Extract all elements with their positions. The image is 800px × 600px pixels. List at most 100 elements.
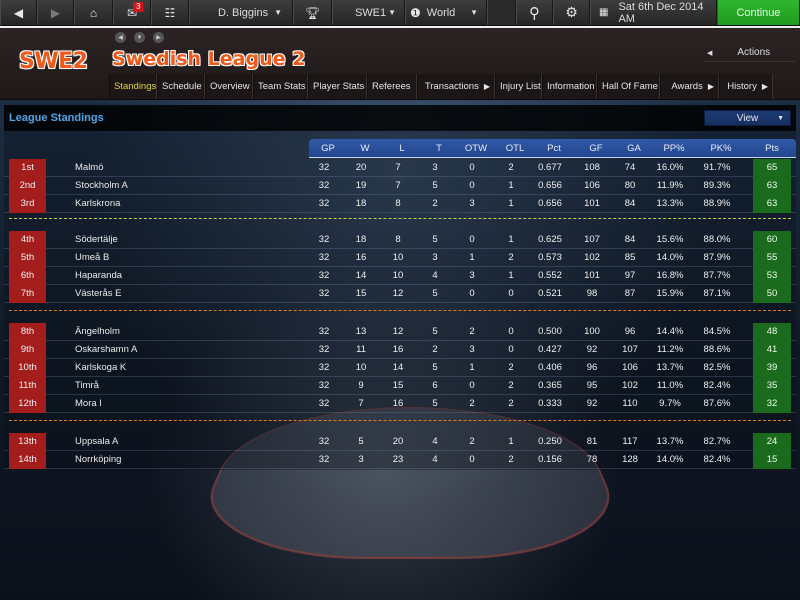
cell-pp: 9.7% [659, 398, 681, 409]
cell-otw: 2 [469, 436, 475, 447]
team-name-link[interactable]: Oskarshamn A [75, 341, 137, 359]
world-label: World [426, 6, 456, 19]
tab-schedule[interactable]: Schedule [157, 74, 205, 99]
column-header-pp[interactable]: PP% [652, 139, 696, 158]
submenu-arrow-icon: ▶ [761, 82, 768, 91]
cell-gf: 106 [584, 180, 600, 191]
cell-t: 5 [432, 362, 438, 373]
table-row[interactable]: 14th Norrköping 32 3 23 4 0 2 0.156 78 128 14.0% 82.… [4, 451, 796, 469]
team-name-link[interactable]: Karlskrona [75, 195, 120, 213]
cell-w: 20 [355, 162, 367, 173]
cell-gf: 81 [586, 436, 598, 447]
calendar-button[interactable]: ▦ Sat 6th Dec 2014 AM [590, 0, 717, 25]
tab-standings[interactable]: Standings [109, 74, 157, 99]
cell-t: 3 [432, 252, 438, 263]
tab-hall-of-fame[interactable]: Hall Of Fame [597, 74, 660, 99]
team-name-link[interactable]: Stockholm A [75, 177, 128, 195]
table-row[interactable]: 2nd Stockholm A 32 19 7 5 0 1 0.656 106 80 11.9% 89.… [4, 177, 796, 195]
tab-player-stats[interactable]: Player Stats [308, 74, 367, 99]
world-dropdown[interactable]: ❶ World ▼ [405, 0, 487, 25]
league-dropdown[interactable]: SWE1 ▼ [332, 0, 405, 25]
cell-pp: 14.4% [656, 326, 684, 337]
search-button[interactable]: ⚲ [516, 0, 553, 25]
club-button[interactable]: ☷ [151, 0, 189, 25]
home-button[interactable]: ⌂ [74, 0, 113, 25]
team-name-link[interactable]: Norrköping [75, 451, 121, 469]
column-header-pct[interactable]: Pct [532, 139, 576, 158]
table-row[interactable]: 5th Umeå B 32 16 10 3 1 2 0.573 102 85 14.0% 87.9% 55 [4, 249, 796, 267]
table-row[interactable]: 3rd Karlskrona 32 18 8 2 3 1 0.656 101 84 13.3% 88.9… [4, 195, 796, 213]
table-row[interactable]: 1st Malmö 32 20 7 3 0 2 0.677 108 74 16.0% 91.7% 65 [4, 159, 796, 177]
continue-button[interactable]: Continue [717, 0, 800, 25]
cell-t: 4 [432, 270, 438, 281]
team-name-link[interactable]: Malmö [75, 159, 104, 177]
table-row[interactable]: 9th Oskarshamn A 32 11 16 2 3 0 0.427 92 107 11.2% 8… [4, 341, 796, 359]
inbox-button[interactable]: ✉ 3 [113, 0, 151, 25]
tab-information[interactable]: Information [542, 74, 597, 99]
cell-otw: 2 [469, 398, 475, 409]
back-button[interactable]: ◀ [0, 0, 37, 25]
team-name-link[interactable]: Timrå [75, 377, 99, 395]
column-header-pts[interactable]: Pts [753, 139, 791, 158]
forward-button[interactable]: ▶ [37, 0, 74, 25]
panel-header: League Standings View ▼ [4, 105, 796, 131]
tab-transactions[interactable]: Transactions ▶ [417, 74, 495, 99]
team-name-link[interactable]: Södertälje [75, 231, 118, 249]
table-row[interactable]: 7th Västerås E 32 15 12 5 0 0 0.521 98 87 15.9% 87.1… [4, 285, 796, 303]
table-row[interactable]: 12th Mora I 32 7 16 5 2 2 0.333 92 110 9.7% 87.6% 32 [4, 395, 796, 413]
column-header-w[interactable]: W [351, 139, 379, 158]
column-header-gp[interactable]: GP [314, 139, 342, 158]
column-header-l[interactable]: L [388, 139, 416, 158]
table-row[interactable]: 6th Haparanda 32 14 10 4 3 1 0.552 101 97 16.8% 87.7… [4, 267, 796, 285]
forward-arrow-icon: ▶ [50, 5, 61, 20]
previous-page-button[interactable]: ◀ [115, 32, 126, 43]
tab-label: Awards [671, 81, 703, 92]
table-row[interactable]: 10th Karlskoga K 32 10 14 5 1 2 0.406 96 106 13.7% 8… [4, 359, 796, 377]
actions-menu[interactable]: ◀ Actions [705, 44, 795, 62]
column-header-ga[interactable]: GA [620, 139, 648, 158]
tab-overview[interactable]: Overview [205, 74, 253, 99]
team-name-link[interactable]: Ängelholm [75, 323, 120, 341]
cell-ga: 128 [622, 454, 638, 465]
cell-pk: 87.9% [703, 252, 731, 263]
cell-l: 20 [392, 436, 404, 447]
tab-referees[interactable]: Referees [367, 74, 417, 99]
cell-otl: 2 [508, 380, 514, 391]
cell-l: 7 [395, 162, 401, 173]
cell-otl: 0 [508, 288, 514, 299]
team-name-link[interactable]: Haparanda [75, 267, 122, 285]
tab-awards[interactable]: Awards ▶ [660, 74, 719, 99]
competitions-button[interactable]: 🏆︎ [293, 0, 332, 25]
cell-otw: 3 [469, 344, 475, 355]
cell-otl: 1 [508, 234, 514, 245]
page-menu-button[interactable]: ▼ [134, 32, 145, 43]
column-header-t[interactable]: T [425, 139, 453, 158]
next-page-button[interactable]: ▶ [153, 32, 164, 43]
team-name-link[interactable]: Umeå B [75, 249, 109, 267]
chevron-left-icon: ◀ [707, 49, 713, 57]
cell-l: 23 [392, 454, 404, 465]
cell-otl: 0 [508, 326, 514, 337]
cell-otl: 2 [508, 398, 514, 409]
table-row[interactable]: 4th Södertälje 32 18 8 5 0 1 0.625 107 84 15.6% 88.0… [4, 231, 796, 249]
view-dropdown[interactable]: View ▼ [704, 110, 791, 126]
cell-gf: 92 [586, 398, 598, 409]
team-name-link[interactable]: Västerås E [75, 285, 121, 303]
column-header-pk[interactable]: PK% [698, 139, 744, 158]
table-row[interactable]: 13th Uppsala A 32 5 20 4 2 1 0.250 81 117 13.7% 82.7… [4, 433, 796, 451]
column-header-gf[interactable]: GF [582, 139, 610, 158]
tab-history[interactable]: History ▶ [719, 74, 773, 99]
team-name-link[interactable]: Mora I [75, 395, 102, 413]
team-name-link[interactable]: Uppsala A [75, 433, 118, 451]
cell-pts: 63 [753, 177, 791, 195]
tab-team-stats[interactable]: Team Stats [253, 74, 308, 99]
settings-button[interactable]: ⚙ [553, 0, 590, 25]
table-row[interactable]: 11th Timrå 32 9 15 6 0 2 0.365 95 102 11.0% 82.4% 35 [4, 377, 796, 395]
column-header-otw[interactable]: OTW [459, 139, 493, 158]
tab-injury-list[interactable]: Injury List [495, 74, 542, 99]
table-row[interactable]: 8th Ängelholm 32 13 12 5 2 0 0.500 100 96 14.4% 84.5… [4, 323, 796, 341]
manager-dropdown[interactable]: D. Biggins ▼ [189, 0, 293, 25]
column-header-otl[interactable]: OTL [498, 139, 532, 158]
team-name-link[interactable]: Karlskoga K [75, 359, 126, 377]
cell-pct: 0.656 [538, 180, 562, 191]
